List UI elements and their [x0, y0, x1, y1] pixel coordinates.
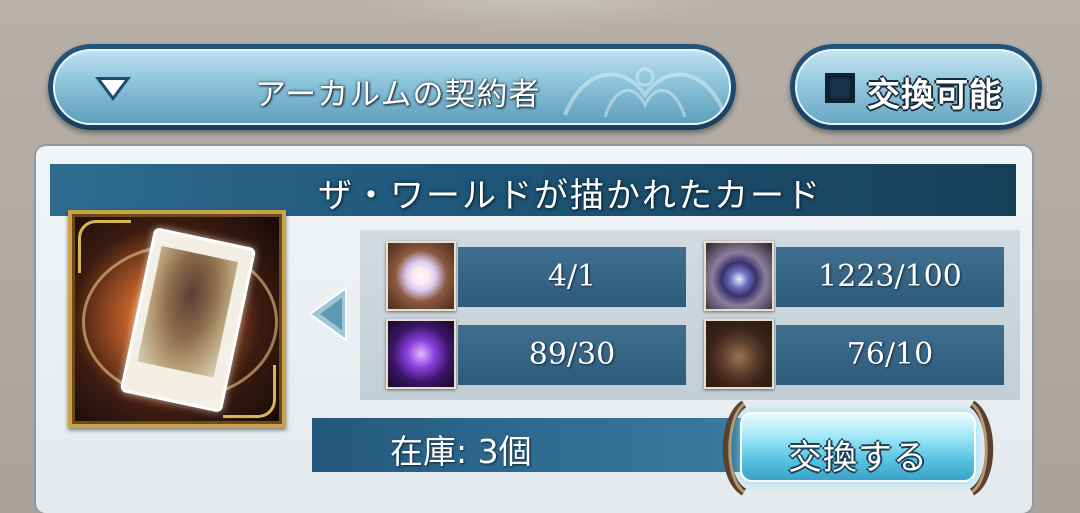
- filter-selected-label: アーカルムの契約者: [255, 77, 541, 113]
- material-count: 1223/100: [818, 259, 962, 294]
- exchange-button[interactable]: 交換する: [716, 400, 1000, 496]
- crystal-icon: [386, 241, 456, 311]
- exchange-button-face[interactable]: 交換する: [740, 412, 976, 482]
- material-row: 4/1: [386, 241, 686, 311]
- material-row: 1223/100: [704, 241, 1004, 311]
- relic-box-icon: [704, 319, 774, 389]
- material-count: 89/30: [528, 337, 616, 372]
- material-row: 76/10: [704, 319, 1004, 389]
- exchangeable-label: 交換可能: [867, 75, 1003, 114]
- material-count-bar: 1223/100: [776, 247, 1004, 307]
- background-decoration: [330, 0, 750, 30]
- item-title: ザ・ワールドが描かれたカード: [318, 176, 822, 216]
- category-filter-dropdown[interactable]: アーカルムの契約者: [48, 44, 736, 130]
- material-count-bar: 76/10: [776, 325, 1004, 385]
- filter-pill-face[interactable]: アーカルムの契約者: [53, 49, 731, 125]
- material-row: 89/30: [386, 319, 686, 389]
- exchange-button-label: 交換する: [788, 438, 928, 478]
- material-count-bar: 89/30: [458, 325, 686, 385]
- stock-bar: 在庫: 3個: [312, 418, 752, 472]
- toggle-pill-face[interactable]: 交換可能: [795, 49, 1037, 125]
- materials-pointer-icon: [308, 286, 347, 342]
- material-count-bar: 4/1: [458, 247, 686, 307]
- exchangeable-filter-toggle[interactable]: 交換可能: [790, 44, 1042, 130]
- frame-ornament-top-left: [78, 220, 131, 273]
- dropdown-arrow-highlight: [101, 80, 125, 96]
- tarot-artwork: [137, 245, 239, 378]
- amethyst-icon: [386, 319, 456, 389]
- horn-ornament-right-icon: [969, 400, 994, 496]
- stock-label: 在庫: 3個: [390, 432, 532, 471]
- item-thumbnail[interactable]: [68, 210, 286, 428]
- exchangeable-checkbox[interactable]: [825, 73, 855, 103]
- eye-orb-icon: [704, 241, 774, 311]
- material-count: 76/10: [846, 337, 934, 372]
- frame-ornament-bottom-right: [223, 365, 276, 418]
- crest-decoration-icon: [563, 67, 727, 118]
- item-title-bar: ザ・ワールドが描かれたカード: [50, 164, 1016, 216]
- material-count: 4/1: [547, 259, 597, 294]
